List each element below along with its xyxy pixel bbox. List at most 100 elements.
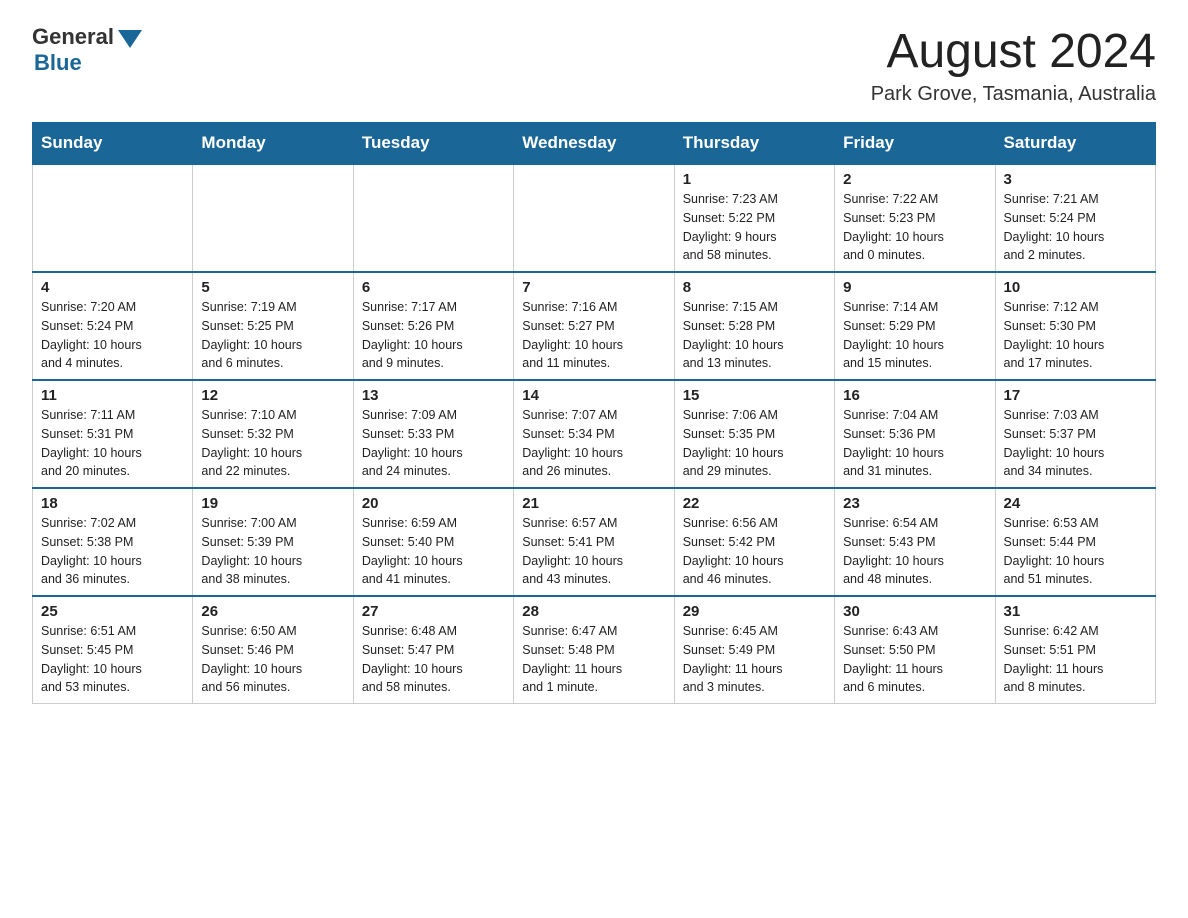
day-number: 17 [1004,387,1147,404]
col-header-saturday: Saturday [995,123,1155,165]
calendar-cell: 15 Sunrise: 7:06 AM Sunset: 5:35 PM Dayli… [674,380,834,488]
day-info: Sunrise: 7:16 AM Sunset: 5:27 PM Dayligh… [522,298,665,373]
day-number: 20 [362,495,505,512]
calendar-cell: 14 Sunrise: 7:07 AM Sunset: 5:34 PM Dayli… [514,380,674,488]
calendar-cell: 29 Sunrise: 6:45 AM Sunset: 5:49 PM Dayli… [674,596,834,704]
col-header-friday: Friday [835,123,995,165]
day-info: Sunrise: 6:43 AM Sunset: 5:50 PM Dayligh… [843,622,986,697]
day-number: 30 [843,603,986,620]
day-info: Sunrise: 7:19 AM Sunset: 5:25 PM Dayligh… [201,298,344,373]
calendar-cell: 24 Sunrise: 6:53 AM Sunset: 5:44 PM Dayli… [995,488,1155,596]
day-number: 18 [41,495,184,512]
day-info: Sunrise: 6:56 AM Sunset: 5:42 PM Dayligh… [683,514,826,589]
day-number: 13 [362,387,505,404]
day-number: 4 [41,279,184,296]
calendar-cell: 2 Sunrise: 7:22 AM Sunset: 5:23 PM Daylig… [835,164,995,272]
week-row-2: 4 Sunrise: 7:20 AM Sunset: 5:24 PM Daylig… [33,272,1156,380]
day-info: Sunrise: 7:22 AM Sunset: 5:23 PM Dayligh… [843,190,986,265]
day-info: Sunrise: 6:50 AM Sunset: 5:46 PM Dayligh… [201,622,344,697]
day-info: Sunrise: 6:54 AM Sunset: 5:43 PM Dayligh… [843,514,986,589]
calendar-cell: 4 Sunrise: 7:20 AM Sunset: 5:24 PM Daylig… [33,272,193,380]
day-number: 15 [683,387,826,404]
calendar-cell: 7Sunrise: 7:16 AM Sunset: 5:27 PM Daylig… [514,272,674,380]
calendar-cell: 13Sunrise: 7:09 AM Sunset: 5:33 PM Dayli… [353,380,513,488]
day-info: Sunrise: 7:07 AM Sunset: 5:34 PM Dayligh… [522,406,665,481]
day-number: 27 [362,603,505,620]
logo-blue-text: Blue [34,50,82,76]
col-header-monday: Monday [193,123,353,165]
calendar-cell [514,164,674,272]
day-number: 26 [201,603,344,620]
day-number: 25 [41,603,184,620]
day-number: 24 [1004,495,1147,512]
day-info: Sunrise: 7:23 AM Sunset: 5:22 PM Dayligh… [683,190,826,265]
day-number: 1 [683,171,826,188]
calendar-table: SundayMondayTuesdayWednesdayThursdayFrid… [32,122,1156,704]
col-header-sunday: Sunday [33,123,193,165]
day-number: 6 [362,279,505,296]
day-number: 28 [522,603,665,620]
col-header-tuesday: Tuesday [353,123,513,165]
title-section: August 2024 Park Grove, Tasmania, Austra… [871,24,1156,106]
day-number: 3 [1004,171,1147,188]
day-number: 29 [683,603,826,620]
day-number: 19 [201,495,344,512]
calendar-cell: 16Sunrise: 7:04 AM Sunset: 5:36 PM Dayli… [835,380,995,488]
day-number: 2 [843,171,986,188]
day-number: 16 [843,387,986,404]
calendar-cell: 3 Sunrise: 7:21 AM Sunset: 5:24 PM Daylig… [995,164,1155,272]
calendar-cell: 26 Sunrise: 6:50 AM Sunset: 5:46 PM Dayli… [193,596,353,704]
day-number: 22 [683,495,826,512]
calendar-header-row: SundayMondayTuesdayWednesdayThursdayFrid… [33,123,1156,165]
calendar-cell: 8 Sunrise: 7:15 AM Sunset: 5:28 PM Daylig… [674,272,834,380]
day-number: 8 [683,279,826,296]
week-row-4: 18Sunrise: 7:02 AM Sunset: 5:38 PM Dayli… [33,488,1156,596]
week-row-5: 25Sunrise: 6:51 AM Sunset: 5:45 PM Dayli… [33,596,1156,704]
day-info: Sunrise: 7:20 AM Sunset: 5:24 PM Dayligh… [41,298,184,373]
calendar-cell: 23 Sunrise: 6:54 AM Sunset: 5:43 PM Dayli… [835,488,995,596]
day-info: Sunrise: 7:00 AM Sunset: 5:39 PM Dayligh… [201,514,344,589]
day-info: Sunrise: 7:17 AM Sunset: 5:26 PM Dayligh… [362,298,505,373]
day-info: Sunrise: 6:45 AM Sunset: 5:49 PM Dayligh… [683,622,826,697]
day-info: Sunrise: 6:48 AM Sunset: 5:47 PM Dayligh… [362,622,505,697]
day-info: Sunrise: 6:42 AM Sunset: 5:51 PM Dayligh… [1004,622,1147,697]
day-info: Sunrise: 7:14 AM Sunset: 5:29 PM Dayligh… [843,298,986,373]
day-number: 31 [1004,603,1147,620]
day-info: Sunrise: 6:53 AM Sunset: 5:44 PM Dayligh… [1004,514,1147,589]
day-info: Sunrise: 7:10 AM Sunset: 5:32 PM Dayligh… [201,406,344,481]
day-number: 9 [843,279,986,296]
calendar-cell [193,164,353,272]
day-info: Sunrise: 7:21 AM Sunset: 5:24 PM Dayligh… [1004,190,1147,265]
week-row-3: 11Sunrise: 7:11 AM Sunset: 5:31 PM Dayli… [33,380,1156,488]
calendar-cell: 30 Sunrise: 6:43 AM Sunset: 5:50 PM Dayli… [835,596,995,704]
logo: General Blue [32,24,142,76]
calendar-cell: 21Sunrise: 6:57 AM Sunset: 5:41 PM Dayli… [514,488,674,596]
day-number: 14 [522,387,665,404]
calendar-cell: 28Sunrise: 6:47 AM Sunset: 5:48 PM Dayli… [514,596,674,704]
calendar-cell: 27 Sunrise: 6:48 AM Sunset: 5:47 PM Dayli… [353,596,513,704]
calendar-cell: 10 Sunrise: 7:12 AM Sunset: 5:30 PM Dayli… [995,272,1155,380]
page-header: General Blue August 2024 Park Grove, Tas… [32,24,1156,106]
day-number: 11 [41,387,184,404]
calendar-cell: 1 Sunrise: 7:23 AM Sunset: 5:22 PM Daylig… [674,164,834,272]
day-number: 23 [843,495,986,512]
location-subtitle: Park Grove, Tasmania, Australia [871,83,1156,106]
day-info: Sunrise: 7:06 AM Sunset: 5:35 PM Dayligh… [683,406,826,481]
calendar-cell: 11Sunrise: 7:11 AM Sunset: 5:31 PM Dayli… [33,380,193,488]
logo-general-text: General [32,24,114,50]
logo-arrow-icon [118,30,142,48]
day-info: Sunrise: 7:15 AM Sunset: 5:28 PM Dayligh… [683,298,826,373]
day-info: Sunrise: 7:12 AM Sunset: 5:30 PM Dayligh… [1004,298,1147,373]
day-info: Sunrise: 6:57 AM Sunset: 5:41 PM Dayligh… [522,514,665,589]
calendar-cell: 31 Sunrise: 6:42 AM Sunset: 5:51 PM Dayli… [995,596,1155,704]
calendar-cell: 19 Sunrise: 7:00 AM Sunset: 5:39 PM Dayli… [193,488,353,596]
col-header-wednesday: Wednesday [514,123,674,165]
day-number: 10 [1004,279,1147,296]
calendar-cell: 25Sunrise: 6:51 AM Sunset: 5:45 PM Dayli… [33,596,193,704]
calendar-cell: 18Sunrise: 7:02 AM Sunset: 5:38 PM Dayli… [33,488,193,596]
calendar-cell [353,164,513,272]
day-number: 5 [201,279,344,296]
day-info: Sunrise: 6:59 AM Sunset: 5:40 PM Dayligh… [362,514,505,589]
day-info: Sunrise: 7:03 AM Sunset: 5:37 PM Dayligh… [1004,406,1147,481]
calendar-cell: 5 Sunrise: 7:19 AM Sunset: 5:25 PM Daylig… [193,272,353,380]
